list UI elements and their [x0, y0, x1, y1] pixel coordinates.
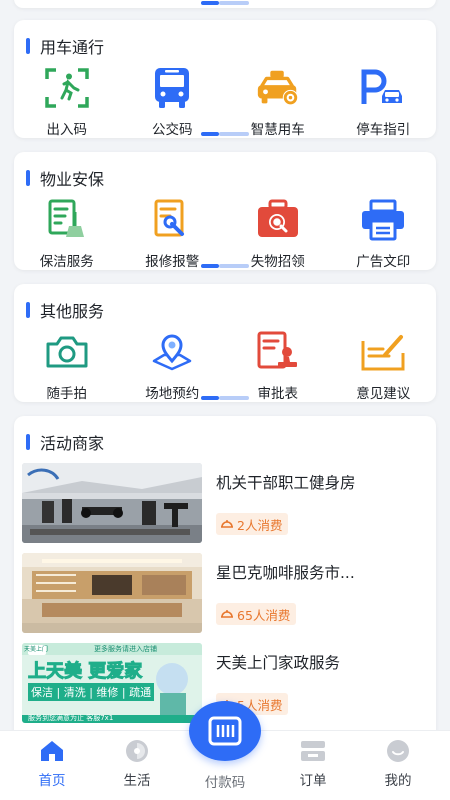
- home-icon: [41, 741, 63, 761]
- section-title: 活动商家: [26, 432, 104, 453]
- section-title: 其他服务: [26, 300, 104, 321]
- section-title: 物业安保: [26, 168, 104, 189]
- merchant-name: 星巴克咖啡服务市...: [216, 564, 355, 582]
- tab-home[interactable]: 首页: [17, 739, 87, 789]
- cleaning-service-button[interactable]: 保洁服务: [14, 196, 120, 270]
- tab-pay-label: 付款码: [204, 775, 246, 791]
- parking-icon: [359, 64, 407, 112]
- housekeeping-ad-image: 天美上门 更多服务请进入店铺 上天美 更爱家 保洁 | 清洗 | 维修 | 疏通…: [22, 643, 202, 723]
- parking-guide-button[interactable]: 停车指引: [331, 64, 437, 138]
- previous-card-fragment: [14, 0, 436, 8]
- pay-code-button[interactable]: [189, 701, 261, 761]
- section-title: 用车通行: [26, 36, 104, 57]
- smart-car-button[interactable]: 智慧用车: [225, 64, 331, 138]
- printer-icon: [359, 196, 407, 244]
- merchant-item[interactable]: 星巴克咖啡服务市... 65人消费: [22, 553, 426, 633]
- section-travel: 用车通行 出入码 公交码 智慧用车 停车指引: [14, 20, 436, 138]
- repair-icon: [148, 196, 196, 244]
- feedback-icon: [359, 328, 407, 376]
- profile-icon: [387, 740, 409, 762]
- tab-orders[interactable]: 订单: [278, 739, 348, 789]
- bus-code-button[interactable]: 公交码: [120, 64, 226, 138]
- section-property: 物业安保 保洁服务 报修报警 失物招领 广告文印: [14, 152, 436, 270]
- tab-mine[interactable]: 我的: [363, 739, 433, 789]
- feedback-button[interactable]: 意见建议: [331, 328, 437, 402]
- merchant-item[interactable]: 机关干部职工健身房 2人消费: [22, 463, 426, 543]
- dish-icon: [221, 610, 233, 618]
- cleaning-icon: [43, 196, 91, 244]
- lost-found-icon: [254, 196, 302, 244]
- repair-report-button[interactable]: 报修报警: [120, 196, 226, 270]
- cafe-photo: [22, 553, 202, 633]
- page-indicator: [201, 396, 249, 400]
- merchant-name: 机关干部职工健身房: [216, 474, 356, 492]
- consumption-badge: 2人消费: [216, 513, 289, 535]
- entry-code-icon: [43, 64, 91, 112]
- tab-life[interactable]: 生活: [102, 739, 172, 789]
- ad-print-button[interactable]: 广告文印: [331, 196, 437, 270]
- page-indicator: [201, 264, 249, 268]
- page-indicator: [201, 1, 249, 5]
- section-other: 其他服务 随手拍 场地预约 审批表 意见建议: [14, 284, 436, 402]
- location-icon: [148, 328, 196, 376]
- dish-icon: [221, 520, 233, 528]
- merchant-name: 天美上门家政服务: [216, 654, 341, 672]
- camera-icon: [43, 328, 91, 376]
- lost-found-button[interactable]: 失物招领: [225, 196, 331, 270]
- gym-photo: [22, 463, 202, 543]
- approval-form-button[interactable]: 审批表: [225, 328, 331, 402]
- approval-icon: [254, 328, 302, 376]
- orders-icon: [301, 741, 325, 761]
- bus-icon: [148, 64, 196, 112]
- life-icon: [126, 740, 148, 762]
- entry-code-button[interactable]: 出入码: [14, 64, 120, 138]
- venue-booking-button[interactable]: 场地预约: [120, 328, 226, 402]
- consumption-badge: 65人消费: [216, 603, 297, 625]
- taxi-icon: [254, 64, 302, 112]
- page-indicator: [201, 132, 249, 136]
- snapshot-button[interactable]: 随手拍: [14, 328, 120, 402]
- barcode-icon: [208, 716, 242, 746]
